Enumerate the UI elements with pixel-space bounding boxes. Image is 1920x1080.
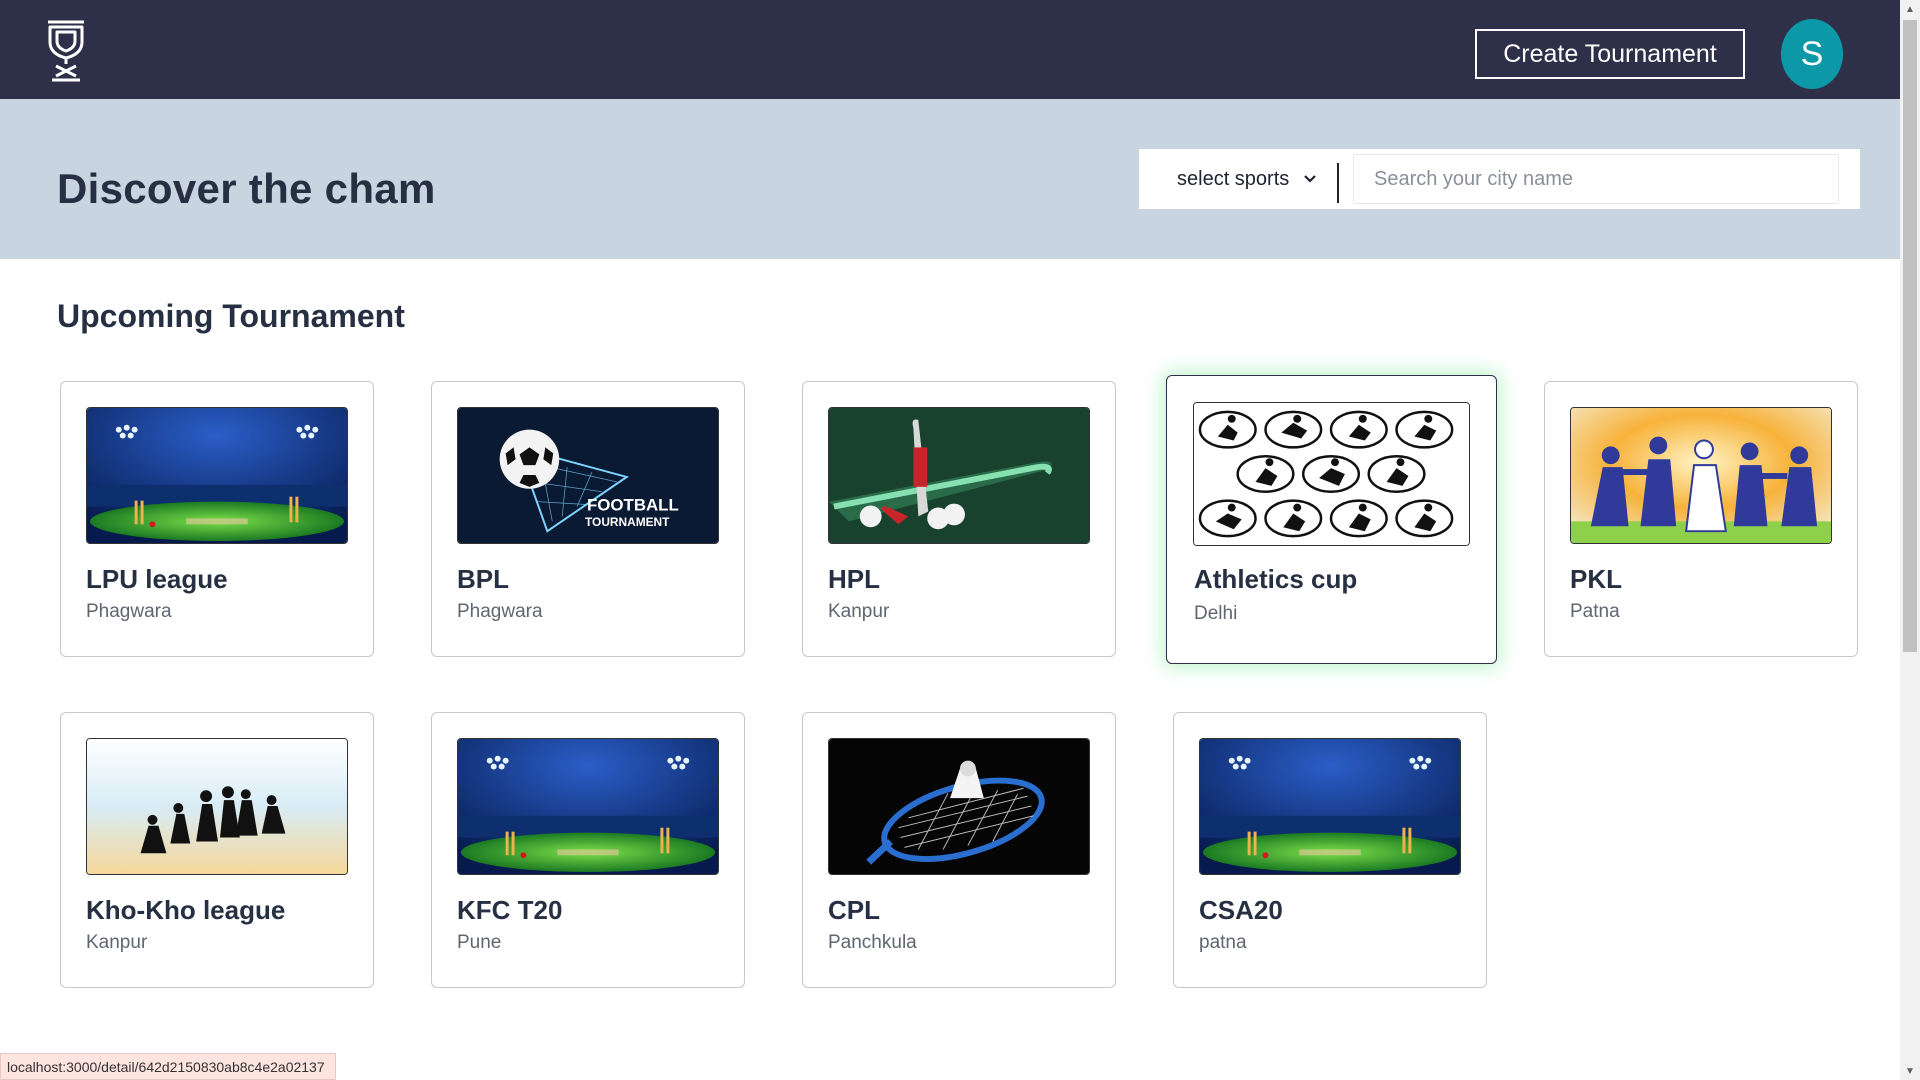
hero-title: Discover the cham (57, 165, 436, 212)
create-tournament-button[interactable]: Create Tournament (1475, 29, 1745, 79)
scroll-down-arrow-icon[interactable]: ▼ (1900, 1062, 1920, 1080)
section-title: Upcoming Tournament (57, 298, 405, 334)
cricket-stadium-image (1199, 738, 1461, 875)
select-sports-label: select sports (1177, 167, 1290, 190)
athletics-icons-image (1193, 402, 1470, 546)
tournament-card[interactable]: KFC T20 Pune (431, 712, 745, 988)
tournament-name: LPU league (86, 564, 228, 594)
tournament-city: Phagwara (457, 601, 543, 622)
cricket-stadium-image (457, 738, 719, 875)
tournament-name: Kho-Kho league (86, 895, 286, 925)
football-art-line-1: FOOTBALL (587, 496, 679, 515)
tournament-name: CSA20 (1199, 895, 1283, 925)
tournament-card[interactable]: HPL Kanpur (802, 381, 1116, 657)
page-scrollbar[interactable]: ▲ ▼ (1900, 0, 1920, 1080)
tournament-city: Panchkula (828, 932, 917, 953)
tournament-name: CPL (828, 895, 880, 925)
tournament-city: patna (1199, 932, 1247, 953)
tournament-card[interactable]: Kho-Kho league Kanpur (60, 712, 374, 988)
scroll-thumb[interactable] (1903, 20, 1917, 652)
badminton-racket-image (828, 738, 1090, 875)
hero-banner: Discover the cham select sports (0, 99, 1900, 259)
tournament-card[interactable]: CSA20 patna (1173, 712, 1487, 988)
tournament-name: BPL (457, 564, 509, 594)
tournament-city: Pune (457, 932, 502, 953)
tournament-card[interactable]: FOOTBALL TOURNAMENT BPL Phagwara (431, 381, 745, 657)
search-panel: select sports (1139, 149, 1860, 209)
kabaddi-image (1570, 407, 1832, 544)
tournament-card[interactable]: Athletics cup Delhi (1166, 375, 1497, 664)
cricket-stadium-image (86, 407, 348, 544)
trophy-logo-icon[interactable] (44, 18, 88, 84)
football-tournament-image: FOOTBALL TOURNAMENT (457, 407, 719, 544)
search-divider (1337, 163, 1339, 203)
tournament-card[interactable]: LPU league Phagwara (60, 381, 374, 657)
kho-kho-silhouettes-image (86, 738, 348, 875)
tournament-city: Patna (1570, 601, 1620, 622)
select-sports-dropdown[interactable]: select sports (1177, 163, 1317, 195)
tournament-name: KFC T20 (457, 895, 563, 925)
city-search-input[interactable] (1353, 154, 1839, 204)
tournament-name: HPL (828, 564, 880, 594)
football-art-line-2: TOURNAMENT (585, 515, 670, 529)
tournament-city: Kanpur (828, 601, 890, 622)
top-navbar: Create Tournament S (0, 0, 1900, 99)
scroll-up-arrow-icon[interactable]: ▲ (1900, 0, 1920, 18)
tournament-card[interactable]: CPL Panchkula (802, 712, 1116, 988)
tournament-card[interactable]: PKL Patna (1544, 381, 1858, 657)
tournament-city: Phagwara (86, 601, 172, 622)
chevron-down-icon (1304, 175, 1317, 183)
hockey-sticks-image (828, 407, 1090, 544)
tournament-name: Athletics cup (1194, 564, 1358, 594)
tournament-name: PKL (1570, 564, 1622, 594)
link-status-bar: localhost:3000/detail/642d2150830ab8c4e2… (0, 1053, 336, 1080)
tournament-city: Delhi (1194, 603, 1238, 624)
tournament-city: Kanpur (86, 932, 148, 953)
user-avatar[interactable]: S (1781, 19, 1843, 89)
